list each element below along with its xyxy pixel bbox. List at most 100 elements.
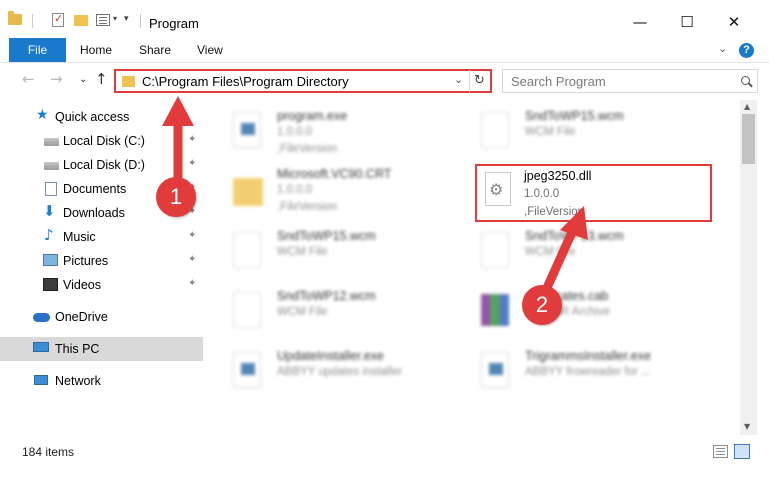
pin-icon: ✦ <box>188 230 197 241</box>
details-view-icon[interactable] <box>713 445 728 458</box>
file-tile[interactable]: program.exe 1.0.0.0 ,FileVersion <box>207 106 447 162</box>
dll-gear-icon <box>485 172 511 206</box>
window-title: Program <box>149 16 199 31</box>
address-path[interactable]: C:\Program Files\Program Directory <box>142 74 349 89</box>
folder-icon <box>8 11 22 25</box>
chevron-down-icon[interactable]: ▾ <box>113 14 117 23</box>
exe-icon <box>481 352 509 388</box>
address-bar[interactable]: C:\Program Files\Program Directory ⌄ ↻ <box>114 69 492 93</box>
refresh-button[interactable]: ↻ <box>469 70 489 92</box>
file-icon <box>233 292 261 328</box>
file-detail: ,FileVersion <box>277 143 338 155</box>
sidebar-item-label: Quick access <box>55 110 130 124</box>
file-tile[interactable]: Microsoft.VC90.CRT 1.0.0.0 ,FileVersion <box>207 164 447 220</box>
sidebar-item-label: OneDrive <box>55 310 108 324</box>
search-input[interactable]: Search Program <box>502 69 758 93</box>
file-tile[interactable]: SndToWP15.wcm WCM File <box>207 226 447 282</box>
scroll-down-icon[interactable]: ▼ <box>744 422 750 431</box>
tab-view[interactable]: View <box>197 38 223 62</box>
navigation-pane: ★ Quick access Local Disk (C:) ✦ Local D… <box>0 100 207 435</box>
highlighted-file-tile[interactable]: jpeg3250.dll 1.0.0.0 ,FileVersion <box>475 164 712 222</box>
up-button[interactable]: ↑ <box>95 70 108 88</box>
file-type: WCM File <box>277 246 328 258</box>
sidebar-item-videos[interactable]: Videos ✦ <box>0 273 203 297</box>
file-description: ABBYY frowreader for ... <box>525 366 651 378</box>
sidebar-item-label: Local Disk (D:) <box>63 158 145 172</box>
sidebar-item-label: Downloads <box>63 206 125 220</box>
file-tile[interactable]: UpdateInstaller.exe ABBYY updates instal… <box>207 346 447 402</box>
file-version: 1.0.0.0 <box>277 184 313 196</box>
divider <box>32 14 33 28</box>
pin-icon: ✦ <box>188 278 197 289</box>
rar-icon <box>481 294 509 326</box>
close-button[interactable]: ✕ <box>711 0 757 38</box>
file-name: TrigrammsInstaller.exe <box>525 349 651 363</box>
exe-icon <box>233 352 261 388</box>
download-icon: ⬇ <box>43 202 56 220</box>
view-options-icon[interactable] <box>96 14 110 26</box>
pc-icon <box>33 342 49 352</box>
maximize-button[interactable]: ☐ <box>664 0 710 38</box>
pictures-icon <box>43 254 58 266</box>
file-list: program.exe 1.0.0.0 ,FileVersion SndToWP… <box>207 100 740 435</box>
vertical-scrollbar[interactable]: ▲ ▼ <box>740 100 757 435</box>
file-tile[interactable]: TrigrammsInstaller.exe ABBYY frowreader … <box>455 346 695 402</box>
network-icon <box>34 375 48 385</box>
file-tile[interactable]: SndToWP12.wcm WCM File <box>207 286 447 342</box>
customize-toolbar-icon[interactable]: ▾ <box>124 14 129 24</box>
file-type: WCM File <box>525 246 576 258</box>
file-type: WCM File <box>525 126 576 138</box>
divider <box>140 14 141 28</box>
recent-locations-button[interactable]: ⌄ <box>79 74 87 85</box>
sidebar-item-onedrive[interactable]: OneDrive <box>0 305 203 329</box>
folder-icon <box>233 178 263 206</box>
star-icon: ★ <box>36 107 49 123</box>
properties-icon[interactable] <box>52 12 64 27</box>
sidebar-item-local-disk-c[interactable]: Local Disk (C:) ✦ <box>0 129 203 153</box>
tab-share[interactable]: Share <box>139 38 171 62</box>
help-icon[interactable]: ? <box>739 43 754 58</box>
back-button[interactable]: ← <box>22 70 35 88</box>
music-icon: ♪ <box>44 226 54 244</box>
pin-icon: ✦ <box>188 134 197 145</box>
file-tile[interactable]: certificates.cab WinRAR Archive <box>455 286 695 342</box>
sidebar-item-label: Network <box>55 374 101 388</box>
search-icon[interactable] <box>741 76 750 85</box>
minimize-button[interactable]: — <box>617 0 663 38</box>
sidebar-item-label: This PC <box>55 342 100 356</box>
forward-button[interactable]: → <box>50 70 63 88</box>
address-dropdown-icon[interactable]: ⌄ <box>454 73 463 86</box>
file-description: ABBYY updates installer <box>277 366 403 378</box>
file-name: SndToWP12.wcm <box>277 289 376 303</box>
scrollbar-thumb[interactable] <box>742 114 755 164</box>
scroll-up-icon[interactable]: ▲ <box>744 102 750 111</box>
tab-file[interactable]: File <box>9 38 66 62</box>
videos-icon <box>43 278 58 291</box>
disk-icon <box>44 138 59 146</box>
step-1-badge: 1 <box>156 177 196 217</box>
sidebar-item-label: Documents <box>63 182 127 196</box>
large-icons-view-icon[interactable] <box>734 444 750 459</box>
sidebar-item-label: Music <box>63 230 96 244</box>
exe-icon <box>233 112 261 148</box>
documents-icon <box>45 182 57 196</box>
file-name: SndToWP13.wcm <box>525 229 624 243</box>
sidebar-item-pictures[interactable]: Pictures ✦ <box>0 249 203 273</box>
step-2-badge: 2 <box>522 285 562 325</box>
file-name: Microsoft.VC90.CRT <box>277 167 392 181</box>
tab-home[interactable]: Home <box>80 38 112 62</box>
sidebar-item-music[interactable]: ♪ Music ✦ <box>0 225 203 249</box>
sidebar-item-local-disk-d[interactable]: Local Disk (D:) ✦ <box>0 153 203 177</box>
sidebar-item-label: Local Disk (C:) <box>63 134 145 148</box>
file-name: jpeg3250.dll <box>524 169 592 183</box>
sidebar-item-network[interactable]: Network <box>0 369 203 393</box>
expand-ribbon-icon[interactable]: ⌄ <box>718 42 727 55</box>
file-tile[interactable]: SndToWP13.wcm WCM File <box>455 226 695 282</box>
new-folder-icon[interactable] <box>74 15 88 26</box>
pin-icon: ✦ <box>188 158 197 169</box>
title-bar: ▾ ▾ Program — ☐ ✕ <box>0 0 769 38</box>
sidebar-item-this-pc[interactable]: This PC <box>0 337 203 361</box>
sidebar-item-quick-access[interactable]: ★ Quick access <box>0 105 203 129</box>
sidebar-item-label: Videos <box>63 278 101 292</box>
file-tile[interactable]: SndToWP15.wcm WCM File <box>455 106 695 162</box>
